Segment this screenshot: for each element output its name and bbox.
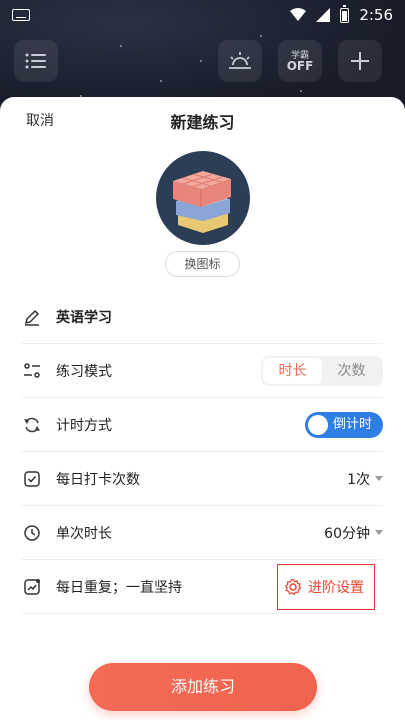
mode-option-duration[interactable]: 时长 (263, 357, 322, 384)
status-bar: 2:56 (0, 0, 405, 30)
change-icon-button[interactable]: 换图标 (165, 251, 240, 277)
list-icon (25, 53, 46, 69)
pencil-icon (22, 307, 42, 327)
session-duration-label: 单次时长 (56, 525, 112, 542)
wifi-icon (290, 8, 307, 21)
checkbox-icon (22, 469, 42, 489)
new-practice-sheet: 取消 新建练习 换图标 英语学习 练习模式 时长 次数 计时方式 倒计时 每日打… (0, 97, 405, 720)
timing-method-value: 倒计时 (333, 416, 373, 432)
gear-icon (284, 578, 302, 595)
battery-icon (340, 4, 350, 23)
study-mode-state: OFF (286, 59, 314, 73)
mode-option-count[interactable]: 次数 (322, 358, 381, 384)
daily-checkin-row[interactable]: 每日打卡次数 1次 (22, 452, 383, 506)
session-duration-row[interactable]: 单次时长 60分钟 (22, 506, 383, 560)
status-time: 2:56 (359, 6, 393, 24)
clock-icon (22, 523, 42, 543)
sheet-header: 取消 新建练习 (0, 97, 405, 141)
caret-icon (375, 476, 383, 481)
practice-name-row[interactable]: 英语学习 (22, 290, 383, 344)
caret-icon (375, 530, 383, 535)
trend-icon (22, 577, 42, 597)
repeat-row: 每日重复；一直坚持 进阶设置 (22, 560, 383, 614)
advanced-settings-label: 进阶设置 (308, 579, 364, 596)
mode-icon (22, 361, 42, 381)
timing-method-label: 计时方式 (56, 417, 112, 434)
signal-icon (316, 8, 331, 22)
sunset-icon (229, 52, 251, 69)
list-button[interactable] (14, 40, 58, 82)
add-practice-button[interactable]: 添加练习 (89, 663, 317, 711)
theme-button[interactable] (218, 40, 262, 82)
timing-method-row: 计时方式 倒计时 (22, 398, 383, 452)
timing-method-toggle[interactable]: 倒计时 (305, 411, 383, 438)
refresh-icon (22, 415, 42, 435)
practice-name: 英语学习 (56, 309, 112, 326)
session-duration-value: 60分钟 (324, 525, 370, 542)
repeat-summary: 每日重复；一直坚持 (56, 579, 182, 596)
add-top-button[interactable] (338, 40, 382, 82)
keyboard-icon (12, 9, 30, 21)
study-mode-button[interactable]: 学霸 OFF (278, 40, 322, 82)
practice-icon[interactable] (156, 151, 250, 245)
daily-checkin-label: 每日打卡次数 (56, 471, 140, 488)
cube-icon (173, 171, 231, 233)
practice-mode-label: 练习模式 (56, 363, 112, 380)
toggle-knob (308, 414, 328, 435)
advanced-settings-button[interactable]: 进阶设置 (277, 563, 375, 610)
daily-checkin-value: 1次 (347, 471, 370, 488)
practice-mode-row: 练习模式 时长 次数 (22, 344, 383, 398)
sheet-title: 新建练习 (170, 113, 235, 132)
plus-icon (351, 52, 369, 70)
practice-mode-segment: 时长 次数 (261, 355, 383, 386)
